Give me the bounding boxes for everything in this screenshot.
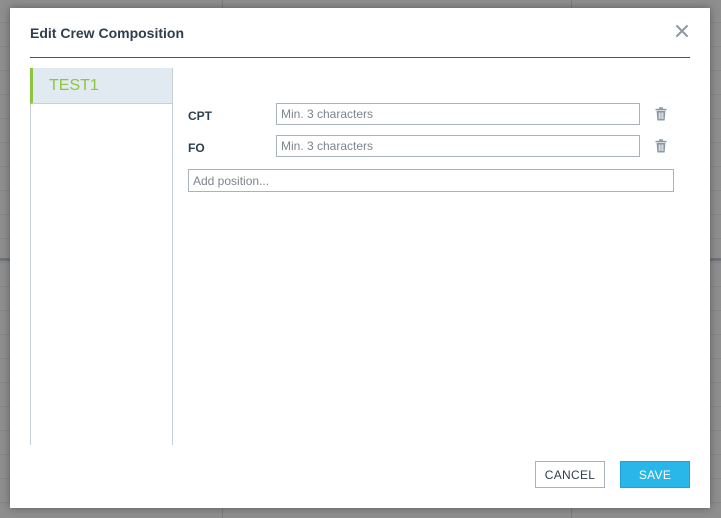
edit-crew-composition-dialog: Edit Crew Composition TEST1 CPT Min. 3 c… (10, 8, 710, 508)
add-position-input[interactable] (188, 169, 674, 192)
dialog-header: Edit Crew Composition (30, 8, 690, 58)
sidebar-item-label: TEST1 (49, 77, 99, 94)
sidebar-item-test1[interactable]: TEST1 (30, 68, 172, 104)
position-row-cpt: CPT (188, 103, 678, 135)
position-label: CPT (188, 109, 212, 123)
position-row-fo: FO (188, 135, 678, 167)
position-label: FO (188, 141, 205, 155)
position-name-input[interactable] (276, 135, 640, 157)
position-name-input[interactable] (276, 103, 640, 125)
composition-sidebar: TEST1 (30, 68, 173, 445)
cancel-button[interactable]: CANCEL (535, 461, 605, 488)
trash-icon[interactable] (655, 107, 669, 123)
dialog-title: Edit Crew Composition (30, 25, 184, 41)
trash-icon[interactable] (655, 139, 669, 155)
positions-panel: CPT FO (188, 103, 678, 192)
save-button[interactable]: SAVE (620, 461, 690, 488)
close-icon[interactable] (673, 22, 691, 40)
